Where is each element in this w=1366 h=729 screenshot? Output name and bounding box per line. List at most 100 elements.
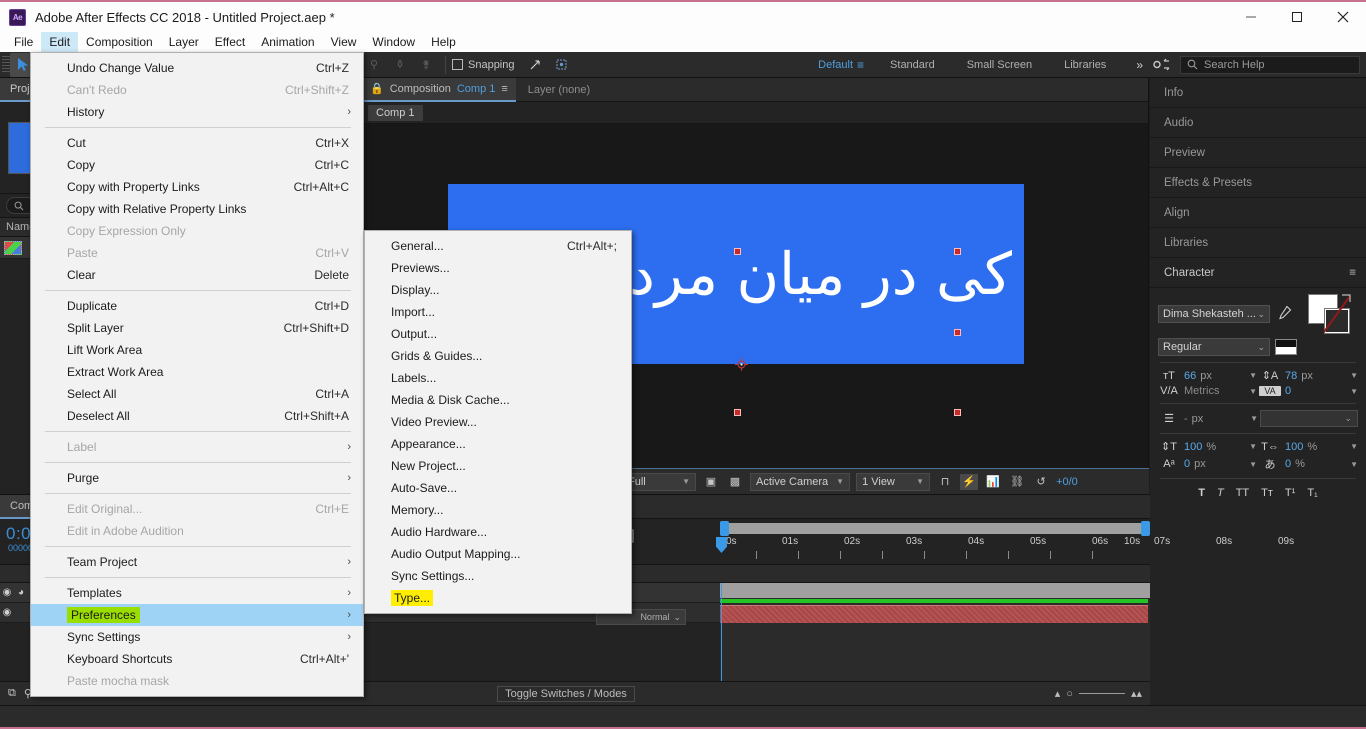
snapping-checkbox-icon[interactable] [452, 59, 463, 70]
panel-align[interactable]: Align [1150, 198, 1366, 228]
menu-item-split-layer[interactable]: Split Layer Ctrl+Shift+D [31, 317, 363, 339]
reset-exposure-icon[interactable]: ↺ [1032, 474, 1050, 490]
baseline-shift-field[interactable]: Aᵃ 0 px ▼ [1158, 458, 1257, 470]
layer-video-icon[interactable]: ◉ [0, 587, 14, 598]
workspace-libraries[interactable]: Libraries [1048, 59, 1122, 71]
submenu-item-audio-hardware[interactable]: Audio Hardware... [365, 521, 631, 543]
panel-menu-icon[interactable]: ≡ [1349, 267, 1356, 279]
snap-bounding-box-icon[interactable] [549, 53, 575, 77]
font-size-field[interactable]: ᴛT 66 px ▼ [1158, 370, 1257, 382]
menu-item-lift-work-area[interactable]: Lift Work Area [31, 339, 363, 361]
submenu-item-memory[interactable]: Memory... [365, 499, 631, 521]
anchor-point-icon[interactable] [735, 358, 748, 371]
workspace-default[interactable]: Default [802, 59, 857, 71]
menu-item-copy-property-links[interactable]: Copy with Property Links Ctrl+Alt+C [31, 176, 363, 198]
menu-item-keyboard-shortcuts[interactable]: Keyboard Shortcuts Ctrl+Alt+' [31, 648, 363, 670]
zoom-slider-track[interactable] [1078, 693, 1125, 694]
baseline-shift-value[interactable]: 0 [1184, 458, 1190, 470]
submenu-item-grids-guides[interactable]: Grids & Guides... [365, 345, 631, 367]
faux-italic-icon[interactable]: T [1217, 487, 1224, 499]
work-area-bar[interactable] [720, 523, 1150, 534]
leading-value[interactable]: 78 [1285, 370, 1297, 382]
region-of-interest-icon[interactable]: ▣ [702, 474, 720, 490]
chevron-down-icon[interactable]: ▼ [1350, 387, 1358, 396]
lock-icon[interactable]: 🔒 [370, 82, 384, 95]
tab-composition[interactable]: 🔒 Composition Comp 1 ≡ [362, 77, 516, 102]
submenu-item-display[interactable]: Display... [365, 279, 631, 301]
menu-item-preferences[interactable]: Preferences › [31, 604, 363, 626]
menu-item-team-project[interactable]: Team Project › [31, 551, 363, 573]
chevron-down-icon[interactable]: ▼ [1249, 371, 1257, 380]
workspace-standard[interactable]: Standard [874, 59, 951, 71]
puppet-starch-pin-icon[interactable]: ⚱ [387, 53, 413, 77]
workspace-menu-icon[interactable]: ≡ [857, 58, 874, 72]
panel-info[interactable]: Info [1150, 78, 1366, 108]
faux-bold-icon[interactable]: T [1198, 487, 1205, 499]
submenu-item-type[interactable]: Type... [365, 587, 631, 609]
font-size-value[interactable]: 66 [1184, 370, 1196, 382]
menu-layer[interactable]: Layer [161, 32, 207, 52]
track-work-area[interactable] [720, 583, 1150, 598]
timeline-jump-icon[interactable]: 📊 [984, 474, 1002, 490]
horizontal-scale-field[interactable]: T⇔ 100 % ▼ [1259, 441, 1358, 453]
comp-link-icon[interactable]: ⧉ [8, 687, 16, 700]
leading-field[interactable]: ⇕A 78 px ▼ [1259, 369, 1358, 383]
puppet-overlap-pin-icon[interactable]: ⚵ [413, 53, 439, 77]
zoom-out-icon[interactable]: ▴ [1055, 687, 1061, 700]
snap-arrow-icon[interactable] [523, 53, 549, 77]
menu-composition[interactable]: Composition [78, 32, 161, 52]
chevron-down-icon[interactable]: ▼ [1249, 442, 1257, 451]
views-selector[interactable]: 1 View ▼ [856, 472, 931, 491]
selection-handle-bl[interactable] [734, 409, 741, 416]
comp-flowchart-icon[interactable]: ⛓ [1008, 474, 1026, 490]
font-family-selector[interactable]: Dima Shekasteh ... ⌄ [1158, 305, 1270, 323]
menu-item-clear[interactable]: Clear Delete [31, 264, 363, 286]
panel-character-header[interactable]: Character ≡ [1150, 258, 1366, 288]
toggle-switches-modes-button[interactable]: Toggle Switches / Modes [497, 685, 635, 702]
chevron-down-icon[interactable]: ▼ [1350, 460, 1358, 469]
menu-view[interactable]: View [323, 32, 365, 52]
menu-item-templates[interactable]: Templates › [31, 582, 363, 604]
zoom-slider-thumb[interactable]: ○ [1066, 688, 1073, 700]
menu-item-sync-settings[interactable]: Sync Settings › [31, 626, 363, 648]
panel-menu-icon[interactable]: ≡ [501, 83, 507, 95]
fill-stroke-swatches[interactable] [1298, 294, 1354, 334]
menu-item-deselect-all[interactable]: Deselect All Ctrl+Shift+A [31, 405, 363, 427]
selection-handle-tr[interactable] [954, 248, 961, 255]
close-button[interactable] [1320, 1, 1366, 33]
black-white-swatch-icon[interactable] [1275, 339, 1297, 355]
menu-item-history[interactable]: History › [31, 101, 363, 123]
menu-item-duplicate[interactable]: Duplicate Ctrl+D [31, 295, 363, 317]
puppet-position-pin-icon[interactable]: ⚲ [361, 53, 387, 77]
panel-libraries[interactable]: Libraries [1150, 228, 1366, 258]
menu-item-cut[interactable]: Cut Ctrl+X [31, 132, 363, 154]
submenu-item-audio-output-mapping[interactable]: Audio Output Mapping... [365, 543, 631, 565]
all-caps-icon[interactable]: TT [1236, 487, 1249, 499]
menu-animation[interactable]: Animation [253, 32, 322, 52]
selection-handle-tc[interactable] [734, 248, 741, 255]
submenu-item-media-disk-cache[interactable]: Media & Disk Cache... [365, 389, 631, 411]
vertical-scale-value[interactable]: 100 [1184, 441, 1202, 453]
menu-item-copy[interactable]: Copy Ctrl+C [31, 154, 363, 176]
snapping-toggle[interactable]: Snapping [452, 59, 515, 71]
menu-item-undo[interactable]: Undo Change Value Ctrl+Z [31, 57, 363, 79]
submenu-item-appearance[interactable]: Appearance... [365, 433, 631, 455]
timeline-ruler[interactable]: 0s 01s 02s 03s 04s 05s 06s 07s 08s 09s 1… [720, 519, 1294, 565]
submenu-item-general[interactable]: General... Ctrl+Alt+; [365, 235, 631, 257]
menu-window[interactable]: Window [364, 32, 423, 52]
submenu-item-sync-settings[interactable]: Sync Settings... [365, 565, 631, 587]
workspace-small-screen[interactable]: Small Screen [951, 59, 1048, 71]
menu-effect[interactable]: Effect [207, 32, 253, 52]
menu-item-select-all[interactable]: Select All Ctrl+A [31, 383, 363, 405]
chevron-down-icon[interactable]: ▼ [1249, 460, 1257, 469]
small-caps-icon[interactable]: Tᴛ [1261, 487, 1273, 499]
menu-item-purge[interactable]: Purge › [31, 467, 363, 489]
work-area-end-handle[interactable] [1141, 521, 1150, 536]
menu-item-copy-relative-property-links[interactable]: Copy with Relative Property Links [31, 198, 363, 220]
submenu-item-output[interactable]: Output... [365, 323, 631, 345]
submenu-item-new-project[interactable]: New Project... [365, 455, 631, 477]
track-layer-bar[interactable] [720, 605, 1148, 623]
subscript-icon[interactable]: T₁ [1307, 487, 1317, 499]
submenu-item-import[interactable]: Import... [365, 301, 631, 323]
stroke-width-value[interactable]: - [1184, 413, 1188, 425]
